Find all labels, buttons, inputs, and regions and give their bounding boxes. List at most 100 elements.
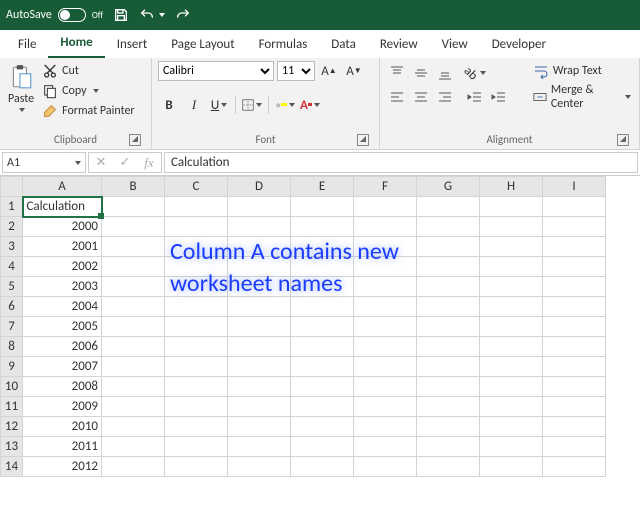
- col-header[interactable]: I: [543, 177, 606, 197]
- toggle-off-icon[interactable]: [58, 8, 86, 22]
- cell[interactable]: [480, 357, 543, 377]
- cell[interactable]: [291, 457, 354, 477]
- cell[interactable]: [165, 197, 228, 217]
- cell[interactable]: [354, 357, 417, 377]
- cell[interactable]: [354, 377, 417, 397]
- cell[interactable]: [480, 417, 543, 437]
- cell[interactable]: [417, 317, 480, 337]
- cell[interactable]: [480, 337, 543, 357]
- italic-button[interactable]: I: [183, 94, 205, 116]
- cell[interactable]: [165, 317, 228, 337]
- align-left-button[interactable]: [386, 86, 408, 108]
- row-header[interactable]: 8: [1, 337, 23, 357]
- cell[interactable]: 2004: [23, 297, 102, 317]
- cell[interactable]: [102, 317, 165, 337]
- cell[interactable]: [228, 437, 291, 457]
- cell[interactable]: [480, 197, 543, 217]
- cell[interactable]: [417, 197, 480, 217]
- cell[interactable]: [165, 337, 228, 357]
- decrease-indent-button[interactable]: [464, 86, 486, 108]
- borders-button[interactable]: [241, 94, 263, 116]
- cell[interactable]: [228, 397, 291, 417]
- tab-view[interactable]: View: [430, 31, 480, 58]
- row-header[interactable]: 2: [1, 217, 23, 237]
- cell[interactable]: [417, 417, 480, 437]
- align-top-button[interactable]: [386, 62, 408, 84]
- cell[interactable]: [102, 337, 165, 357]
- cell[interactable]: [417, 217, 480, 237]
- cancel-formula-button[interactable]: ✕: [89, 153, 113, 172]
- cell[interactable]: [354, 337, 417, 357]
- cell[interactable]: [417, 297, 480, 317]
- orientation-button[interactable]: ab: [464, 62, 486, 84]
- cell[interactable]: [291, 417, 354, 437]
- row-header[interactable]: 7: [1, 317, 23, 337]
- cell[interactable]: [228, 457, 291, 477]
- formula-bar[interactable]: Calculation: [164, 152, 638, 173]
- col-header[interactable]: E: [291, 177, 354, 197]
- cell[interactable]: [291, 297, 354, 317]
- row-header[interactable]: 9: [1, 357, 23, 377]
- col-header[interactable]: D: [228, 177, 291, 197]
- font-color-button[interactable]: A: [299, 94, 321, 116]
- cell[interactable]: [165, 237, 228, 257]
- row-header[interactable]: 12: [1, 417, 23, 437]
- cell[interactable]: 2011: [23, 437, 102, 457]
- font-name-select[interactable]: Calibri: [158, 61, 274, 81]
- col-header[interactable]: C: [165, 177, 228, 197]
- cell[interactable]: [102, 357, 165, 377]
- cell[interactable]: [543, 397, 606, 417]
- cell[interactable]: [480, 317, 543, 337]
- cell[interactable]: [354, 437, 417, 457]
- save-button[interactable]: [113, 7, 129, 23]
- cell[interactable]: [102, 437, 165, 457]
- cell[interactable]: [165, 397, 228, 417]
- row-header[interactable]: 6: [1, 297, 23, 317]
- cell[interactable]: [228, 317, 291, 337]
- cell[interactable]: [291, 377, 354, 397]
- cell[interactable]: [165, 257, 228, 277]
- cell[interactable]: 2005: [23, 317, 102, 337]
- cell[interactable]: [417, 357, 480, 377]
- cell[interactable]: [543, 357, 606, 377]
- cell[interactable]: [102, 377, 165, 397]
- cell[interactable]: [543, 437, 606, 457]
- cell[interactable]: [354, 317, 417, 337]
- row-header[interactable]: 5: [1, 277, 23, 297]
- cell[interactable]: [102, 417, 165, 437]
- cell[interactable]: [165, 377, 228, 397]
- cell[interactable]: 2009: [23, 397, 102, 417]
- cell[interactable]: [354, 297, 417, 317]
- tab-data[interactable]: Data: [319, 31, 368, 58]
- row-header[interactable]: 4: [1, 257, 23, 277]
- cell[interactable]: [102, 457, 165, 477]
- cell[interactable]: [228, 217, 291, 237]
- row-header[interactable]: 10: [1, 377, 23, 397]
- cell[interactable]: [165, 277, 228, 297]
- enter-formula-button[interactable]: ✓: [113, 153, 137, 172]
- redo-button[interactable]: [175, 7, 191, 23]
- cell[interactable]: 2000: [23, 217, 102, 237]
- cell[interactable]: [354, 217, 417, 237]
- cell[interactable]: [480, 297, 543, 317]
- dialog-launcher-icon[interactable]: ◢: [357, 134, 369, 146]
- cell[interactable]: [480, 277, 543, 297]
- cell[interactable]: [102, 257, 165, 277]
- cell[interactable]: 2002: [23, 257, 102, 277]
- cell[interactable]: [543, 277, 606, 297]
- cell[interactable]: 2012: [23, 457, 102, 477]
- cell[interactable]: [291, 197, 354, 217]
- cell[interactable]: [543, 217, 606, 237]
- cell[interactable]: [417, 257, 480, 277]
- tab-review[interactable]: Review: [368, 31, 430, 58]
- undo-button[interactable]: [139, 7, 165, 23]
- cell[interactable]: [165, 217, 228, 237]
- tab-developer[interactable]: Developer: [480, 31, 558, 58]
- autosave-toggle[interactable]: AutoSave Off: [6, 8, 103, 22]
- cell[interactable]: [417, 377, 480, 397]
- cell[interactable]: [228, 197, 291, 217]
- cell[interactable]: [291, 317, 354, 337]
- cell[interactable]: [291, 257, 354, 277]
- cell[interactable]: [291, 217, 354, 237]
- decrease-font-button[interactable]: A▼: [343, 60, 365, 82]
